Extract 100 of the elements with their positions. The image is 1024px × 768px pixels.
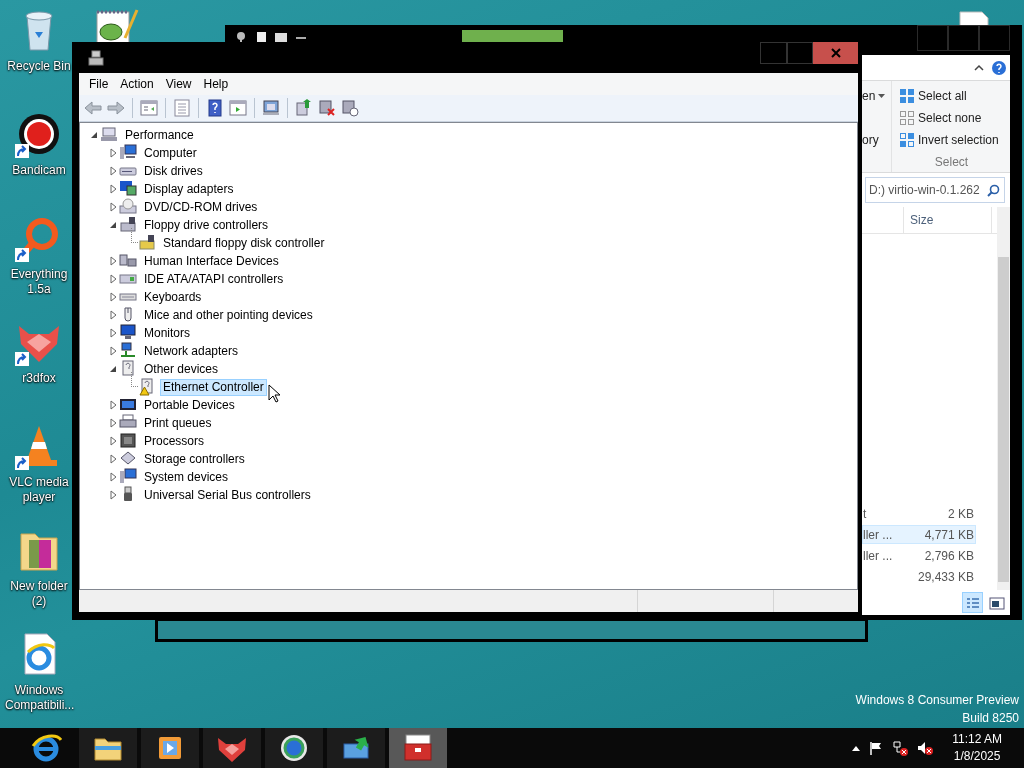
tree-item[interactable]: Other devices <box>141 360 222 378</box>
ribbon-command[interactable]: en <box>862 89 876 103</box>
tree-item[interactable]: Disk drives <box>141 162 206 180</box>
taskbar-button[interactable] <box>327 728 385 768</box>
thumbnails-view-icon <box>987 594 1006 611</box>
search-field[interactable]: D:) virtio-win-0.1.262 <box>865 177 1005 203</box>
tree-item[interactable]: Computer <box>141 144 200 162</box>
clock-time[interactable]: 11:12 AM <box>952 731 1002 748</box>
tree-item[interactable]: DVD/CD-ROM drives <box>141 198 261 216</box>
desktop-icon-label[interactable]: VLC media player <box>5 475 73 505</box>
expand-arrow-icon[interactable] <box>109 490 117 500</box>
tree-item[interactable]: Keyboards <box>141 288 205 306</box>
unknown-device-icon <box>119 360 137 378</box>
scrollbar[interactable] <box>997 207 1010 590</box>
menu-item[interactable]: View <box>159 74 198 94</box>
network-icon <box>119 342 137 360</box>
tree-item[interactable]: Standard floppy disk controller <box>160 234 328 252</box>
tree-item[interactable]: Universal Serial Bus controllers <box>141 486 314 504</box>
input-device-icon <box>119 252 137 270</box>
column-header[interactable]: Size <box>904 207 992 233</box>
file-row[interactable]: ller ... 2,796 KB <box>862 546 976 565</box>
show-hidden-icons-icon[interactable] <box>852 745 861 751</box>
flag-icon[interactable] <box>869 741 884 755</box>
expand-arrow-icon[interactable] <box>109 472 117 482</box>
search-icon <box>987 183 1000 197</box>
taskbar-button[interactable] <box>265 728 323 768</box>
collapse-arrow-icon[interactable] <box>90 131 98 139</box>
tree-item[interactable]: Human Interface Devices <box>141 252 282 270</box>
desktop-icon-label[interactable]: Windows Compatibili... <box>5 683 73 713</box>
file-row[interactable]: 29,433 KB <box>862 567 976 586</box>
optical-drive-icon <box>119 198 137 216</box>
taskbar-button[interactable] <box>389 728 447 768</box>
ribbon-command[interactable]: Select all <box>918 89 967 103</box>
pin-icon[interactable] <box>234 31 248 45</box>
system-icon <box>119 468 137 486</box>
ribbon-command[interactable]: ory <box>862 133 879 147</box>
expand-arrow-icon[interactable] <box>109 274 117 284</box>
tree-item[interactable]: Monitors <box>141 324 193 342</box>
os-version-text: Build 8250 <box>962 710 1019 727</box>
file-size: 2,796 KB <box>924 548 974 563</box>
expand-arrow-icon[interactable] <box>109 166 117 176</box>
taskbar-button[interactable] <box>141 728 199 768</box>
ribbon-command[interactable]: Select none <box>918 111 982 125</box>
computer-icon <box>100 126 118 144</box>
expand-arrow-icon[interactable] <box>109 292 117 302</box>
taskbar-button[interactable] <box>203 728 261 768</box>
taskbar-button[interactable] <box>79 728 137 768</box>
file-size: 4,771 KB <box>924 527 974 542</box>
menu-item[interactable]: Action <box>114 74 160 94</box>
expand-arrow-icon[interactable] <box>109 454 117 464</box>
desktop-icon-label[interactable]: r3dfox <box>22 371 56 386</box>
file-row[interactable]: t 2 KB <box>862 504 976 523</box>
expand-arrow-icon[interactable] <box>109 310 117 320</box>
tree-item[interactable]: Processors <box>141 432 208 450</box>
expand-arrow-icon[interactable] <box>109 328 117 338</box>
clock-date[interactable]: 1/8/2025 <box>953 748 1001 765</box>
close-icon <box>830 48 841 58</box>
tree-item[interactable]: Storage controllers <box>141 450 248 468</box>
file-name: ller ... <box>863 548 893 563</box>
expand-arrow-icon[interactable] <box>109 400 117 410</box>
desktop-icon-label[interactable]: New folder (2) <box>5 579 73 609</box>
ribbon-collapse-icon[interactable] <box>973 62 985 73</box>
file-row[interactable]: ller ... 4,771 KB <box>862 525 976 544</box>
menu-item[interactable]: File <box>83 74 115 94</box>
tree-item[interactable]: System devices <box>141 468 232 486</box>
expand-arrow-icon[interactable] <box>109 418 117 428</box>
tree-item[interactable]: Portable Devices <box>141 396 238 414</box>
expand-arrow-icon[interactable] <box>109 346 117 356</box>
os-version-text: Windows 8 Consumer Preview <box>855 692 1019 709</box>
expand-arrow-icon[interactable] <box>109 436 117 446</box>
ribbon-command[interactable]: Invert selection <box>918 133 999 147</box>
tree-item[interactable]: Network adapters <box>141 342 242 360</box>
tree-item[interactable]: Print queues <box>141 414 215 432</box>
close-button[interactable] <box>813 42 858 64</box>
tree-item[interactable]: Ethernet Controller <box>160 378 267 396</box>
tree-item[interactable]: IDE ATA/ATAPI controllers <box>141 270 287 288</box>
tree-item[interactable]: Performance <box>122 126 197 144</box>
tree-item[interactable]: Display adapters <box>141 180 237 198</box>
expand-arrow-icon[interactable] <box>109 202 117 212</box>
chip-icon <box>119 432 137 450</box>
desktop-icon-label[interactable]: Everything 1.5a <box>5 267 73 297</box>
collapse-arrow-icon[interactable] <box>109 221 117 229</box>
file-size: 2 KB <box>948 506 974 521</box>
speaker-muted-icon[interactable] <box>917 740 934 756</box>
select-none-icon <box>899 110 915 126</box>
collapse-arrow-icon[interactable] <box>109 365 117 373</box>
expand-arrow-icon[interactable] <box>109 184 117 194</box>
folder-icon[interactable] <box>274 31 288 45</box>
network-error-icon[interactable] <box>892 740 909 756</box>
device-settings-icon[interactable] <box>339 97 361 119</box>
file-name: ller ... <box>863 527 893 542</box>
floppy-drive-icon <box>119 216 137 234</box>
expand-arrow-icon[interactable] <box>109 256 117 266</box>
notepad-icon[interactable] <box>93 8 139 44</box>
menu-item[interactable]: Help <box>197 74 235 94</box>
tree-item[interactable]: Floppy drive controllers <box>141 216 272 234</box>
expand-arrow-icon[interactable] <box>109 148 117 158</box>
tree-item[interactable]: Mice and other pointing devices <box>141 306 316 324</box>
help-icon[interactable] <box>991 59 1007 76</box>
desktop-icon-label[interactable]: Bandicam <box>12 163 66 178</box>
